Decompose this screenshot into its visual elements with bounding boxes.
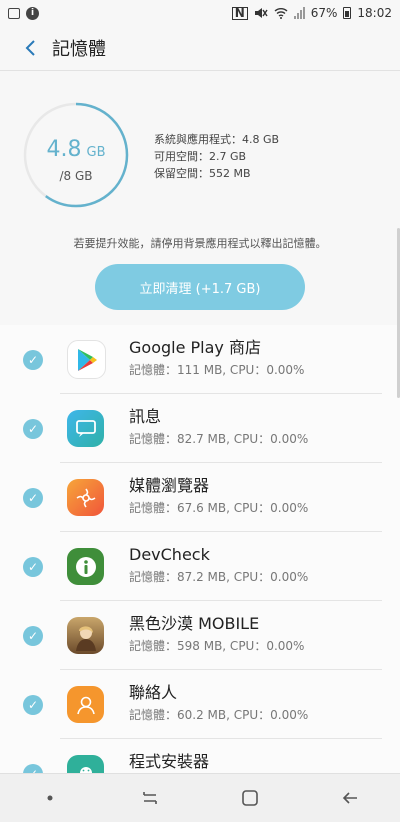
- home-button[interactable]: [230, 778, 270, 818]
- messages-icon: [67, 410, 104, 447]
- app-usage: 記憶體：111 MB, CPU：0.00%: [129, 363, 305, 377]
- chevron-left-icon[interactable]: [16, 38, 46, 58]
- contacts-icon: [67, 686, 104, 723]
- app-list: ✓ Google Play 商店 記憶體：111 MB, CPU：0.00% ✓…: [0, 325, 400, 808]
- list-item[interactable]: ✓ 黑色沙漠 MOBILE 記憶體：598 MB, CPU：0.00%: [0, 601, 400, 670]
- dot-icon: [30, 778, 70, 818]
- app-name: Google Play 商店: [129, 338, 261, 357]
- home-icon: [242, 790, 258, 806]
- devcheck-icon: [67, 548, 104, 585]
- app-name: 黑色沙漠 MOBILE: [129, 614, 260, 633]
- list-item[interactable]: ✓ 訊息 記憶體：82.7 MB, CPU：0.00%: [0, 394, 400, 463]
- image-notification-icon: [8, 7, 20, 19]
- wifi-icon: [274, 8, 288, 19]
- black-desert-icon: [67, 617, 104, 654]
- google-play-icon: [67, 340, 106, 379]
- app-name: 媒體瀏覽器: [129, 476, 210, 495]
- page-title: 記憶體: [52, 39, 106, 60]
- checkbox-checked-icon[interactable]: ✓: [23, 556, 43, 577]
- used-unit: GB: [86, 145, 106, 160]
- app-usage: 記憶體：82.7 MB, CPU：0.00%: [129, 432, 309, 446]
- mute-icon: [254, 8, 268, 18]
- checkbox-checked-icon[interactable]: ✓: [23, 418, 43, 439]
- app-name: 訊息: [129, 407, 162, 426]
- memory-used-value: 4.8 GB: [22, 137, 130, 162]
- app-header: 記憶體: [0, 26, 400, 70]
- checkbox-checked-icon[interactable]: ✓: [23, 694, 43, 715]
- nfc-icon: N: [231, 6, 248, 20]
- stat-reserved: 保留空間：552 MB: [154, 167, 251, 180]
- performance-hint: 若要提升效能，請停用背景應用程式以釋出記憶體。: [73, 237, 327, 250]
- app-name: DevCheck: [129, 545, 210, 564]
- recent-apps-icon: [143, 792, 157, 804]
- app-usage: 記憶體：598 MB, CPU：0.00%: [129, 639, 305, 653]
- memory-stats: 系統與應用程式：4.8 GB 可用空間：2.7 GB 保留空間：552 MB: [154, 131, 279, 182]
- recent-apps-button[interactable]: [130, 778, 170, 818]
- checkbox-checked-icon[interactable]: ✓: [23, 349, 43, 370]
- battery-icon: [343, 7, 352, 19]
- list-item[interactable]: ✓ DevCheck 記憶體：87.2 MB, CPU：0.00%: [0, 532, 400, 601]
- list-item[interactable]: ✓ Google Play 商店 記憶體：111 MB, CPU：0.00%: [0, 325, 400, 394]
- app-name: 程式安裝器: [129, 752, 210, 771]
- list-item[interactable]: ✓ 聯絡人 記憶體：60.2 MB, CPU：0.00%: [0, 670, 400, 739]
- memory-total: /8 GB: [59, 169, 93, 183]
- info-notification-icon: i: [26, 6, 39, 20]
- navigation-bar: [0, 773, 400, 822]
- used-number: 4.8: [46, 137, 82, 162]
- list-item[interactable]: ✓ 媒體瀏覽器 記憶體：67.6 MB, CPU：0.00%: [0, 463, 400, 532]
- battery-percent: 67%: [310, 6, 338, 20]
- app-usage: 記憶體：87.2 MB, CPU：0.00%: [129, 570, 309, 584]
- back-arrow-icon: [342, 792, 357, 804]
- stat-system-apps: 系統與應用程式：4.8 GB: [154, 133, 280, 146]
- signal-icon: [293, 7, 305, 19]
- memory-summary: 4.8 GB /8 GB 系統與應用程式：4.8 GB 可用空間：2.7 GB …: [0, 71, 400, 326]
- app-usage: 記憶體：60.2 MB, CPU：0.00%: [129, 708, 309, 722]
- status-bar: i N 67% 18:02: [0, 0, 400, 26]
- checkbox-checked-icon[interactable]: ✓: [23, 487, 43, 508]
- back-button[interactable]: [330, 778, 370, 818]
- checkbox-checked-icon[interactable]: ✓: [23, 625, 43, 646]
- media-browser-icon: [67, 479, 104, 516]
- clock: 18:02: [357, 6, 392, 20]
- stat-available: 可用空間：2.7 GB: [154, 150, 247, 163]
- app-usage: 記憶體：67.6 MB, CPU：0.00%: [129, 501, 309, 515]
- app-name: 聯絡人: [129, 683, 178, 702]
- clean-now-button[interactable]: 立即清理 (+1.7 GB): [95, 264, 305, 310]
